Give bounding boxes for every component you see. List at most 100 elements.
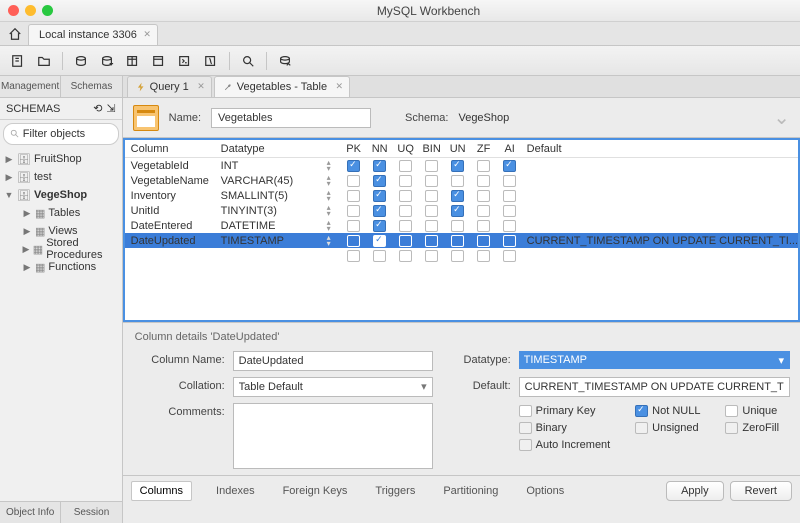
checkbox[interactable] [425,190,438,202]
stepper-icon[interactable]: ▴▾ [327,190,341,202]
schema-test[interactable]: ▶🗄test [0,168,122,186]
schema-fruitshop[interactable]: ▶🗄FruitShop [0,150,122,168]
column-name-input[interactable] [233,351,433,371]
tree-stored-procedures[interactable]: ▶▦Stored Procedures [0,240,122,258]
expand-icon[interactable]: ⇲ [106,102,115,115]
bottom-tab-columns[interactable]: Columns [131,481,192,501]
chevron-right-icon[interactable]: ▶ [22,208,32,219]
checkbox[interactable] [373,160,386,172]
checkbox[interactable] [373,175,386,187]
session-tab[interactable]: Session [61,502,121,523]
create-table-icon[interactable] [121,49,145,73]
new-sql-tab-icon[interactable] [6,49,30,73]
checkbox[interactable] [347,175,360,187]
flag-primary-key[interactable]: Primary Key [519,405,622,417]
bottom-tab-triggers[interactable]: Triggers [371,482,419,500]
checkbox[interactable] [347,190,360,202]
checkbox[interactable] [347,160,360,172]
flag-unique[interactable]: Unique [725,405,790,417]
bottom-tab-indexes[interactable]: Indexes [212,482,259,500]
chevron-down-icon[interactable]: ▼ [4,190,14,200]
checkbox[interactable] [425,175,438,187]
checkbox[interactable] [347,235,360,247]
checkbox[interactable] [399,160,412,172]
checkbox[interactable] [477,190,490,202]
column-row[interactable]: DateUpdatedTIMESTAMP▴▾CURRENT_TIMESTAMP … [125,233,798,248]
create-function-icon[interactable] [199,49,223,73]
checkbox[interactable] [373,220,386,232]
column-row[interactable]: VegetableNameVARCHAR(45)▴▾ [125,173,798,188]
checkbox[interactable] [503,190,516,202]
checkbox[interactable] [425,205,438,217]
checkbox[interactable] [451,175,464,187]
checkbox[interactable] [477,235,490,247]
minimize-window-button[interactable] [25,5,36,16]
datatype-select[interactable]: TIMESTAMP [519,351,790,369]
checkbox[interactable] [373,235,386,247]
object-info-tab[interactable]: Object Info [0,502,61,523]
checkbox[interactable] [399,175,412,187]
checkbox[interactable] [373,190,386,202]
sidebar-tab-management[interactable]: Management [0,76,61,97]
checkbox[interactable] [503,160,516,172]
checkbox[interactable] [425,235,438,247]
checkbox[interactable] [399,190,412,202]
column-row[interactable]: InventorySMALLINT(5)▴▾ [125,188,798,203]
stepper-icon[interactable]: ▴▾ [327,205,341,217]
open-file-icon[interactable] [32,49,56,73]
zoom-window-button[interactable] [42,5,53,16]
checkbox[interactable] [477,205,490,217]
column-row[interactable]: VegetableIdINT▴▾ [125,158,798,173]
apply-button[interactable]: Apply [666,481,724,501]
checkbox[interactable] [451,160,464,172]
table-name-input[interactable] [211,108,371,128]
checkbox[interactable] [373,205,386,217]
revert-button[interactable]: Revert [730,481,792,501]
column-row[interactable]: DateEnteredDATETIME▴▾ [125,218,798,233]
checkbox[interactable] [477,175,490,187]
checkbox[interactable] [451,190,464,202]
column-row[interactable]: UnitIdTINYINT(3)▴▾ [125,203,798,218]
comments-textarea[interactable] [233,403,433,469]
close-window-button[interactable] [8,5,19,16]
new-column-row[interactable] [125,248,798,263]
connection-tab[interactable]: Local instance 3306 ✕ [28,24,158,45]
bottom-tab-partitioning[interactable]: Partitioning [439,482,502,500]
chevron-right-icon[interactable]: ▶ [4,154,14,165]
schema-vegeshop[interactable]: ▼🗄VegeShop [0,186,122,204]
checkbox[interactable] [503,220,516,232]
reconnect-icon[interactable] [273,49,297,73]
checkbox[interactable] [399,205,412,217]
checkbox[interactable] [477,220,490,232]
checkbox[interactable] [503,175,516,187]
checkbox[interactable] [451,235,464,247]
home-icon[interactable] [4,23,26,45]
stepper-icon[interactable]: ▴▾ [327,235,341,247]
refresh-icon[interactable]: ⟲ [93,102,102,115]
close-icon[interactable]: ✕ [197,81,205,92]
flag-not-null[interactable]: Not NULL [635,405,711,417]
stepper-icon[interactable]: ▴▾ [327,160,341,172]
checkbox[interactable] [399,220,412,232]
inspector-icon[interactable] [69,49,93,73]
schema-filter[interactable]: Filter objects [3,123,119,145]
bottom-tab-foreign-keys[interactable]: Foreign Keys [279,482,352,500]
bottom-tab-options[interactable]: Options [522,482,568,500]
expand-chevron-icon[interactable]: ⌄ [773,105,790,130]
chevron-right-icon[interactable]: ▶ [22,244,30,255]
checkbox[interactable] [477,160,490,172]
checkbox[interactable] [451,205,464,217]
default-input[interactable] [519,377,790,397]
editor-tab-query1[interactable]: Query 1 ✕ [127,76,212,97]
stepper-icon[interactable]: ▴▾ [327,220,341,232]
stepper-icon[interactable]: ▴▾ [327,175,341,187]
checkbox[interactable] [451,220,464,232]
tree-tables[interactable]: ▶▦Tables [0,204,122,222]
chevron-right-icon[interactable]: ▶ [22,262,32,273]
chevron-right-icon[interactable]: ▶ [22,226,32,237]
checkbox[interactable] [347,220,360,232]
create-schema-icon[interactable] [95,49,119,73]
chevron-right-icon[interactable]: ▶ [4,172,14,183]
checkbox[interactable] [503,235,516,247]
collation-select[interactable]: Table Default [233,377,433,397]
